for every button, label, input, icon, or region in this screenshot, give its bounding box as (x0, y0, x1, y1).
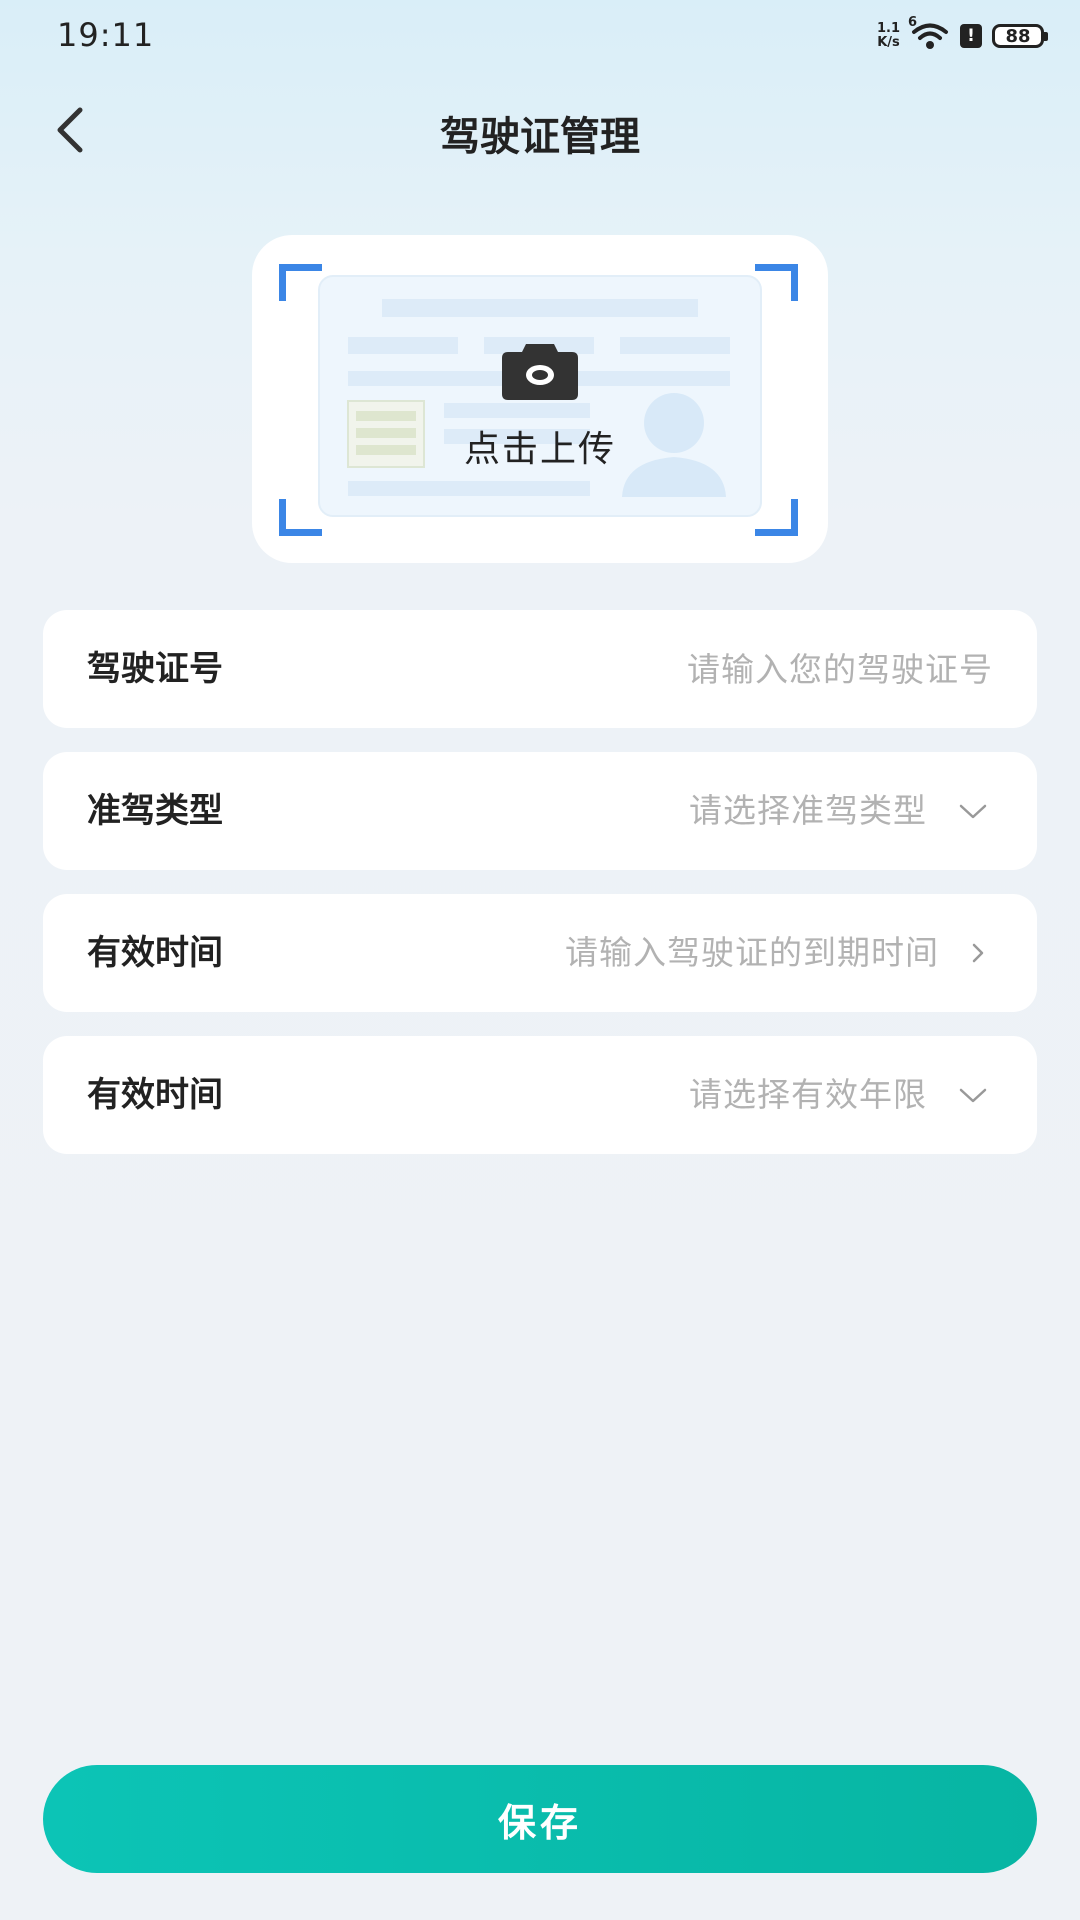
wifi-icon: 6 (908, 15, 950, 51)
scan-corner-bottom-left (279, 499, 322, 536)
header: 驾驶证管理 (0, 86, 1080, 176)
validity-period-label: 有效时间 (87, 1075, 223, 1115)
chevron-right-icon (972, 943, 984, 963)
license-number-row: 驾驶证号 (43, 610, 1037, 728)
status-icons: 1.1 K/s 6 ! 88 (877, 15, 1048, 54)
license-number-label: 驾驶证号 (87, 649, 223, 689)
license-number-input[interactable] (433, 634, 993, 704)
battery-indicator: 88 (992, 24, 1048, 48)
license-upload-area[interactable]: 点击上传 (252, 235, 828, 563)
expiry-date-label: 有效时间 (87, 933, 223, 973)
network-speed-unit: K/s (877, 35, 900, 50)
expiry-date-placeholder: 请输入驾驶证的到期时间 (565, 933, 939, 972)
network-type-label: 6 (908, 15, 918, 30)
upload-prompt: 点击上传 (252, 340, 828, 472)
chevron-down-icon (959, 804, 987, 819)
status-bar: 19:11 1.1 K/s 6 ! 88 (0, 0, 1080, 72)
save-button[interactable]: 保存 (43, 1765, 1037, 1873)
alert-icon: ! (960, 24, 982, 48)
chevron-down-icon (959, 1088, 987, 1103)
network-speed-value: 1.1 (876, 21, 900, 36)
license-type-row[interactable]: 准驾类型 请选择准驾类型 (43, 752, 1037, 870)
license-type-label: 准驾类型 (87, 791, 223, 831)
page-title: 驾驶证管理 (440, 114, 640, 160)
validity-period-placeholder: 请选择有效年限 (689, 1075, 927, 1114)
network-speed: 1.1 K/s (877, 22, 900, 50)
upload-label: 点击上传 (463, 429, 616, 470)
scan-corner-top-left (279, 264, 322, 301)
expiry-date-row[interactable]: 有效时间 请输入驾驶证的到期时间 (43, 894, 1037, 1012)
status-time: 19:11 (57, 16, 155, 54)
validity-period-row[interactable]: 有效时间 请选择有效年限 (43, 1036, 1037, 1154)
license-type-placeholder: 请选择准驾类型 (689, 791, 927, 830)
camera-icon (502, 344, 578, 400)
